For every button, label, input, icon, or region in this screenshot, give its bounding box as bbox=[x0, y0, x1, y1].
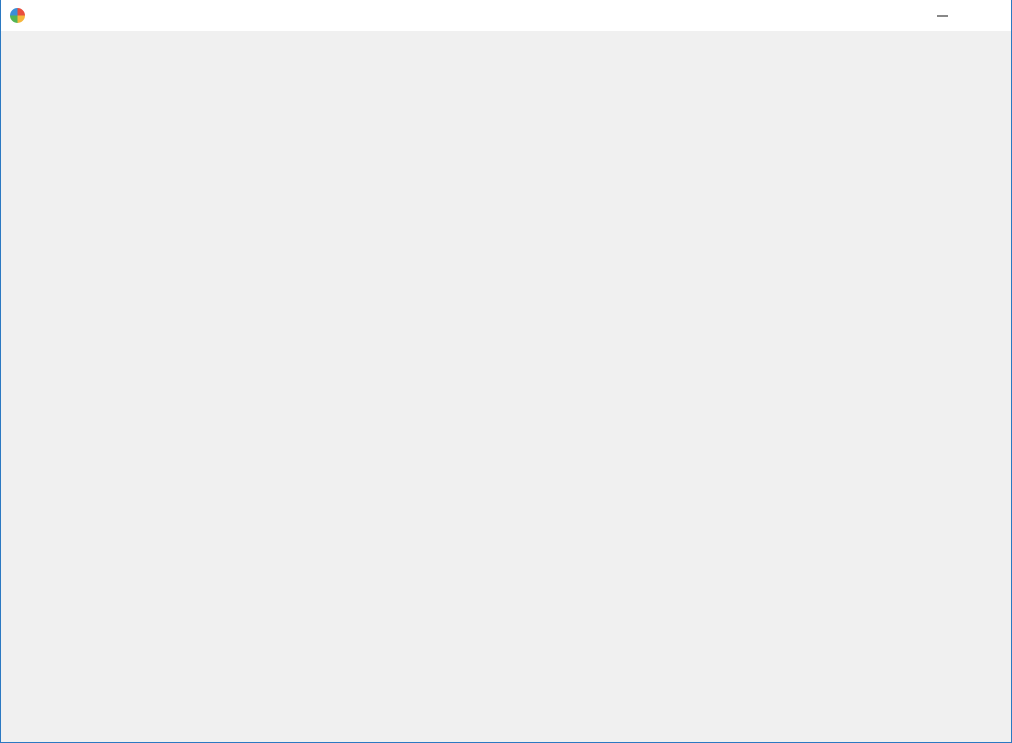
app-window bbox=[0, 0, 1012, 743]
minimize-button[interactable] bbox=[919, 0, 965, 31]
title-bar bbox=[1, 0, 1011, 31]
app-logo-icon bbox=[10, 8, 25, 23]
minimize-icon bbox=[936, 15, 948, 17]
